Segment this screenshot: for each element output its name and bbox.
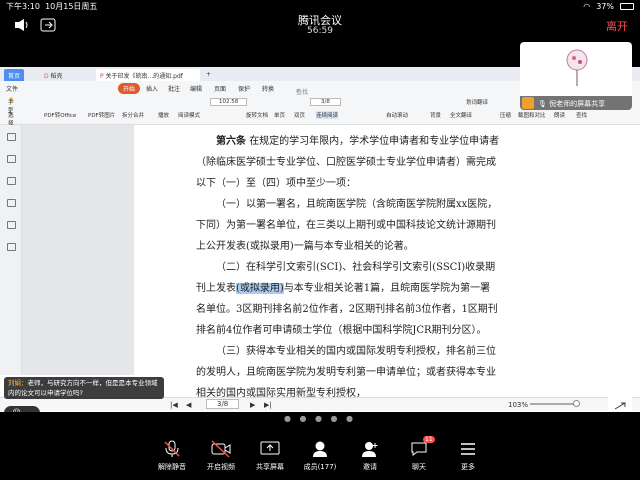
page-dots: ● ● ● ● ● xyxy=(283,414,357,423)
muted-mic-icon xyxy=(164,440,180,457)
pdf-to-office-button[interactable]: PDF转Office xyxy=(44,111,76,119)
pdf-page: 第六条 在规定的学习年限内，学术学位申请者和专业学位申请者（除临床医学硕士专业学… xyxy=(134,125,520,399)
more-button[interactable]: 更多 xyxy=(438,440,498,472)
screenshot-compare-button[interactable]: 截图和对比 xyxy=(518,111,546,119)
more-icon xyxy=(461,443,475,455)
rotate-button[interactable]: 旋转文档 xyxy=(246,111,268,119)
chat-notification[interactable]: 刘娟：老师，与研究方向不一样，但是是本专业领域内的论文可以申请学位吗? xyxy=(4,377,164,399)
members-icon xyxy=(313,441,327,457)
presenter-name: 倪老师的屏幕共享 xyxy=(549,100,606,108)
article-six: 第六条 在规定的学习年限内，学术学位申请者和专业学位申请者（除临床医学硕士专业学… xyxy=(196,131,500,194)
prev-page-icon[interactable]: ◀ xyxy=(186,401,191,409)
chat-sender: 刘娟： xyxy=(8,379,28,387)
comment-icon[interactable] xyxy=(7,177,16,185)
chat-label: 聊天 xyxy=(412,463,426,471)
user-icon xyxy=(522,97,534,109)
clause-three: （三）获得本专业相关的国内或国际发明专利授权，排名前三位的发明人，且皖南医学院为… xyxy=(196,346,496,399)
invite-label: 邀请 xyxy=(363,463,377,471)
chat-badge: 11 xyxy=(423,436,435,443)
next-page-icon[interactable]: ▶ xyxy=(250,401,255,409)
menu-file[interactable]: 文件 xyxy=(6,84,18,93)
members-label: 成员(177) xyxy=(303,463,337,471)
unmute-label: 解除静音 xyxy=(158,463,186,471)
mic-icon: 🎙 xyxy=(538,100,547,108)
left-sidebar xyxy=(0,125,22,375)
thumbnail-icon[interactable] xyxy=(7,155,16,163)
start-video-label: 开启视频 xyxy=(207,463,235,471)
pdf-to-image-button[interactable]: PDF转图片 xyxy=(88,111,115,119)
status-date: 10月15日周五 xyxy=(45,1,98,11)
battery-percent: 37% xyxy=(596,1,614,11)
document-viewport[interactable]: 第六条 在规定的学习年限内，学术学位申请者和专业学位申请者（除临床医学硕士专业学… xyxy=(22,125,520,399)
auto-scroll-button[interactable]: 自动滚动 xyxy=(386,111,408,119)
page-indicator[interactable]: 3/8 xyxy=(310,98,341,106)
background-button[interactable]: 背景 xyxy=(430,111,441,119)
camera-off-icon xyxy=(211,440,231,458)
new-tab-button[interactable]: + xyxy=(202,69,215,81)
share-screen-label: 共享屏幕 xyxy=(256,463,284,471)
zoom-select[interactable]: 102.58 xyxy=(210,98,248,106)
invite-icon xyxy=(362,442,378,457)
article-heading: 第六条 xyxy=(216,136,246,147)
bookmark-icon[interactable] xyxy=(7,133,16,141)
zoom-level: 103% xyxy=(508,401,529,409)
clause-one: （一）以第一署名，且皖南医学院（含皖南医学院附属xx医院，下同）为第一署名单位，… xyxy=(196,199,498,252)
tab-home[interactable]: 首页 xyxy=(4,69,25,81)
menu-insert[interactable]: 插入 xyxy=(146,84,158,93)
share-screen-icon xyxy=(260,441,280,455)
page-navigation-bar: |◀ ◀ 3/8 ▶ ▶| 103% xyxy=(0,397,640,411)
menu-edit[interactable]: 编辑 xyxy=(190,84,202,93)
single-page-button[interactable]: 单页 xyxy=(274,111,285,119)
compress-button[interactable]: 压缩 xyxy=(500,111,511,119)
tab-pdf-document[interactable]: P 关于印发《皖南...的通知.pdf xyxy=(96,69,200,81)
page-number-input[interactable]: 3/8 xyxy=(206,399,240,409)
first-page-icon[interactable]: |◀ xyxy=(170,401,178,409)
read-mode-button[interactable]: 阅读模式 xyxy=(178,111,200,119)
play-button[interactable]: 播放 xyxy=(158,111,169,119)
menu-annotate[interactable]: 批注 xyxy=(168,84,180,93)
chat-text: 老师，与研究方向不一样，但是是本专业领域内的论文可以申请学位吗? xyxy=(8,379,158,397)
find-button[interactable]: 查找 xyxy=(576,111,587,119)
clause-two: （二）在科学引文索引(SCI)、社会科学引文索引(SSCI)收录期刊上发表(或拟… xyxy=(196,257,500,341)
meeting-top-bar: 腾讯会议 56:59 离开 xyxy=(0,12,640,40)
full-translate-button[interactable]: 全文翻译 xyxy=(450,111,472,119)
menu-start[interactable]: 开始 xyxy=(118,83,141,94)
presenter-label: 🎙 倪老师的屏幕共享 xyxy=(520,96,632,110)
menu-protect[interactable]: 保护 xyxy=(238,84,250,93)
continuous-read-button[interactable]: 连续阅读 xyxy=(316,111,339,119)
read-aloud-button[interactable]: 朗读 xyxy=(554,111,565,119)
menu-page[interactable]: 页面 xyxy=(214,84,226,93)
leave-button[interactable]: 离开 xyxy=(606,18,628,34)
zoom-slider-handle[interactable] xyxy=(573,400,580,407)
tab-pdf-label: 关于印发《皖南...的通知.pdf xyxy=(105,73,183,80)
flower-avatar-icon xyxy=(566,49,588,86)
tab-docer[interactable]: D 稻壳 xyxy=(40,69,67,81)
status-time: 下午3:10 xyxy=(6,1,40,11)
presenter-video[interactable]: 🎙 倪老师的屏幕共享 xyxy=(520,42,632,110)
double-page-button[interactable]: 双页 xyxy=(294,111,305,119)
word-translate-button[interactable]: 划词翻译 xyxy=(466,98,488,106)
menu-convert[interactable]: 转换 xyxy=(262,84,274,93)
signature-icon[interactable] xyxy=(7,243,16,251)
attachment-icon[interactable] xyxy=(7,221,16,229)
meeting-timer: 56:59 xyxy=(307,26,333,36)
last-page-icon[interactable]: ▶| xyxy=(264,401,272,409)
more-label: 更多 xyxy=(461,463,475,471)
shared-screen: 首页 D 稻壳 P 关于印发《皖南...的通知.pdf + 文件 开始 插入 批… xyxy=(0,67,640,412)
highlighted-text: (或拟录用) xyxy=(236,283,284,294)
tab-docer-label: 稻壳 xyxy=(50,73,63,80)
status-bar: 下午3:10 10月15日周五 ◠ 37% xyxy=(0,0,640,12)
wifi-icon: ◠ xyxy=(583,1,591,11)
battery-icon xyxy=(620,2,634,10)
split-merge-button[interactable]: 拆分合并 xyxy=(122,111,144,119)
search-panel-icon[interactable] xyxy=(7,199,16,207)
